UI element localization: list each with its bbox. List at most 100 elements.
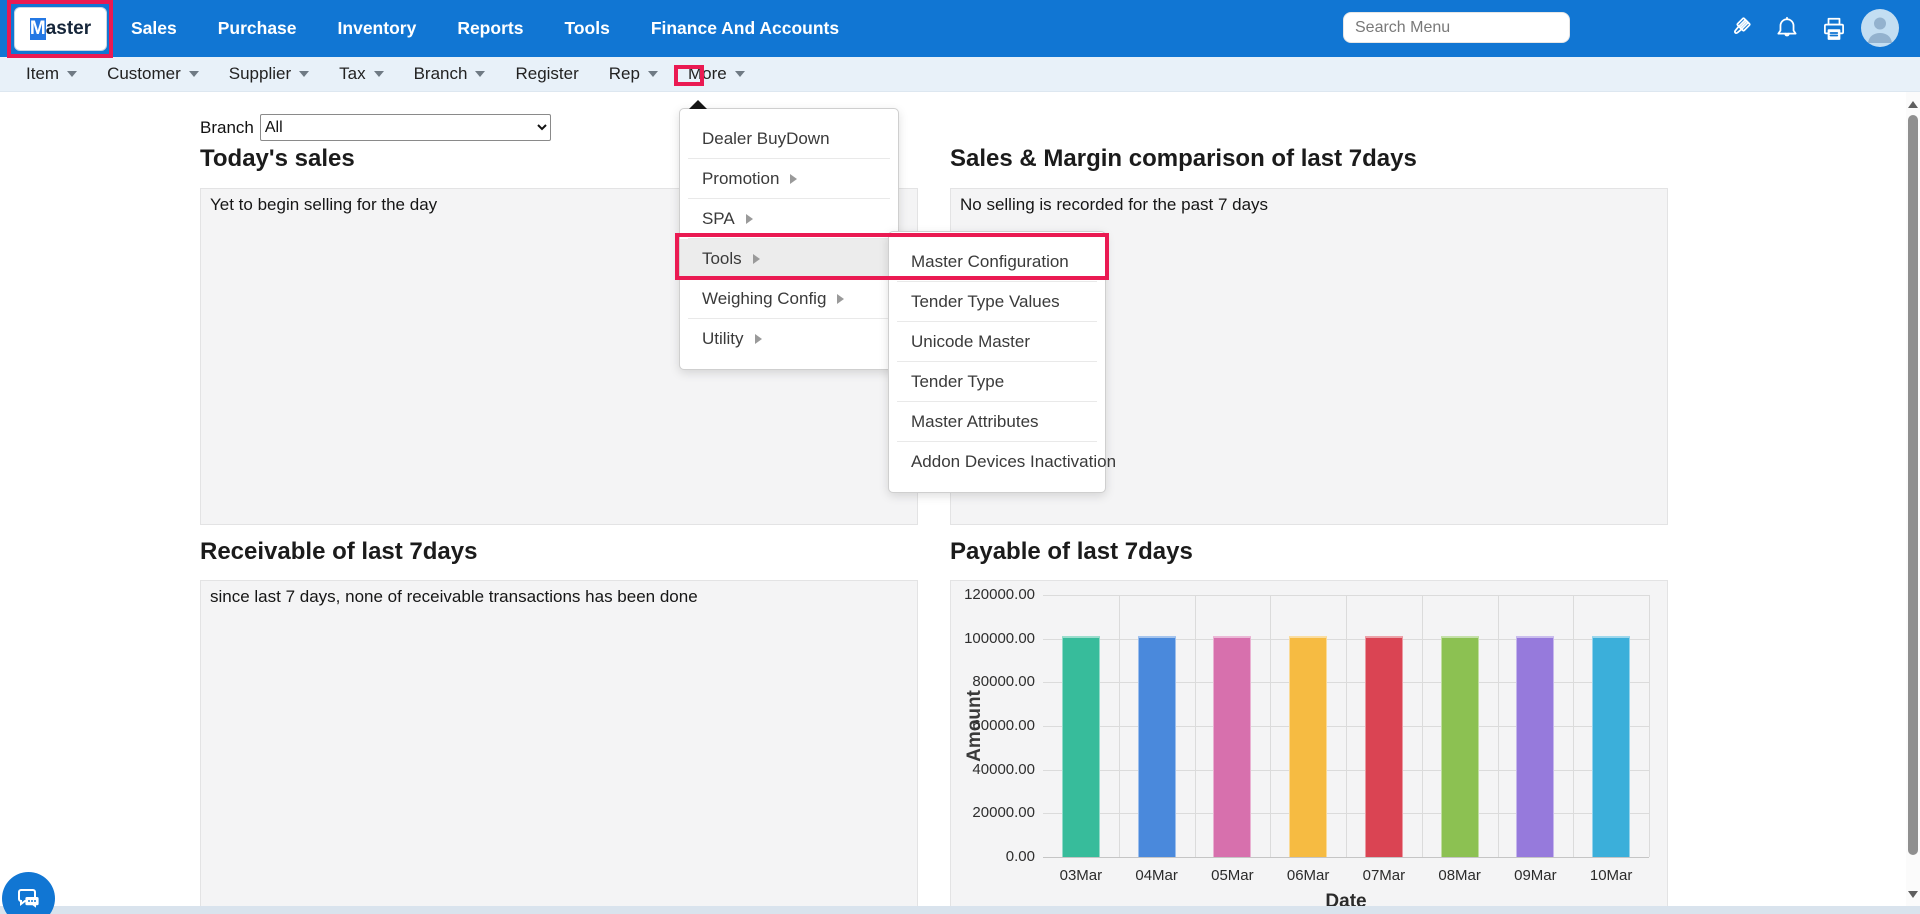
scroll-down-icon[interactable]: [1908, 891, 1918, 898]
chevron-down-icon: [735, 71, 745, 77]
menu-item-label: SPA: [702, 209, 735, 229]
topnav-item-sales[interactable]: Sales: [131, 18, 177, 39]
submenu-item-tender-type-values[interactable]: Tender Type Values: [889, 282, 1105, 322]
bell-icon[interactable]: [1773, 15, 1801, 43]
scrollbar-thumb[interactable]: [1908, 115, 1918, 855]
menu-item-spa[interactable]: SPA: [680, 199, 898, 239]
brush-icon[interactable]: [1725, 15, 1753, 43]
y-tick-label: 20000.00: [951, 804, 1035, 821]
y-tick-label: 60000.00: [951, 717, 1035, 734]
chevron-right-icon: [753, 254, 760, 264]
subnav-item-label: Rep: [609, 64, 640, 84]
y-tick-label: 100000.00: [951, 630, 1035, 647]
gridline-v: [1573, 595, 1574, 857]
x-tick-label: 05Mar: [1211, 867, 1254, 884]
x-tick-label: 08Mar: [1438, 867, 1481, 884]
topnav-item-tools[interactable]: Tools: [564, 18, 609, 39]
subnav-item-register[interactable]: Register: [515, 57, 578, 92]
gridline-v: [1270, 595, 1271, 857]
bar-03Mar: [1062, 636, 1100, 857]
menu-item-label: Utility: [702, 329, 744, 349]
menu-item-promotion[interactable]: Promotion: [680, 159, 898, 199]
payable-title: Payable of last 7days: [950, 538, 1193, 566]
subnav-item-supplier[interactable]: Supplier: [229, 57, 309, 92]
x-tick-label: 09Mar: [1514, 867, 1557, 884]
subnav-item-item[interactable]: Item: [26, 57, 77, 92]
submenu-item-unicode-master[interactable]: Unicode Master: [889, 322, 1105, 362]
subnav-item-label: Branch: [414, 64, 468, 84]
menu-item-dealer-buydown[interactable]: Dealer BuyDown: [680, 119, 898, 159]
submenu-item-master-attributes[interactable]: Master Attributes: [889, 402, 1105, 442]
menu-item-weighing-config[interactable]: Weighing Config: [680, 279, 898, 319]
branch-label: Branch: [200, 118, 254, 138]
tools-submenu-list: Master ConfigurationTender Type ValuesUn…: [889, 242, 1105, 482]
subnav-item-tax[interactable]: Tax: [339, 57, 383, 92]
vertical-scrollbar[interactable]: [1906, 92, 1920, 906]
menu-item-label: Dealer BuyDown: [702, 129, 830, 149]
menu-item-label: Tools: [702, 249, 742, 269]
more-dropdown-menu: Dealer BuyDown Promotion SPA Tools Weighing …: [679, 108, 899, 370]
gridline-v: [1422, 595, 1423, 857]
chevron-right-icon: [755, 334, 762, 344]
chevron-down-icon: [374, 71, 384, 77]
gridline-v: [1649, 595, 1650, 857]
submenu-item-master-configuration[interactable]: Master Configuration: [889, 242, 1105, 282]
chevron-down-icon: [475, 71, 485, 77]
submenu-item-addon-devices-inactivation[interactable]: Addon Devices Inactivation: [889, 442, 1105, 482]
bar-08Mar: [1441, 636, 1479, 857]
subnav-item-customer[interactable]: Customer: [107, 57, 199, 92]
sub-navbar: Item Customer Supplier Tax Branch Register Rep…: [0, 57, 1920, 92]
avatar[interactable]: [1861, 9, 1899, 47]
main-menu: Sales Purchase Inventory Reports Tools Financ…: [131, 18, 839, 39]
branch-filter: Branch All: [200, 114, 551, 141]
y-tick-label: 120000.00: [951, 586, 1035, 603]
chat-widget-button[interactable]: [2, 872, 55, 914]
x-tick-label: 10Mar: [1590, 867, 1633, 884]
chevron-down-icon: [189, 71, 199, 77]
brand-selected-letter: M: [30, 18, 46, 40]
menu-item-utility[interactable]: Utility: [680, 319, 898, 359]
subnav-item-label: Supplier: [229, 64, 291, 84]
brand-button[interactable]: Master: [14, 7, 107, 51]
y-tick-label: 0.00: [951, 848, 1035, 865]
topnav-item-purchase[interactable]: Purchase: [218, 18, 297, 39]
subnav-item-branch[interactable]: Branch: [414, 57, 486, 92]
chevron-down-icon: [299, 71, 309, 77]
printer-icon[interactable]: [1820, 15, 1848, 43]
subnav-item-label: Customer: [107, 64, 181, 84]
chevron-down-icon: [67, 71, 77, 77]
topnav-item-finance-and-accounts[interactable]: Finance And Accounts: [651, 18, 839, 39]
bar-04Mar: [1138, 636, 1176, 857]
chevron-right-icon: [746, 214, 753, 224]
topnav-item-inventory[interactable]: Inventory: [338, 18, 417, 39]
subnav-item-label: Register: [515, 64, 578, 84]
gridline-v: [1498, 595, 1499, 857]
y-tick-label: 80000.00: [951, 673, 1035, 690]
scroll-up-icon[interactable]: [1908, 101, 1918, 108]
search-input[interactable]: [1343, 12, 1570, 43]
subnav-item-rep[interactable]: Rep: [609, 57, 658, 92]
menu-item-label: Promotion: [702, 169, 779, 189]
menu-item-tools[interactable]: Tools: [680, 239, 898, 279]
submenu-item-tender-type[interactable]: Tender Type: [889, 362, 1105, 402]
x-tick-label: 03Mar: [1060, 867, 1103, 884]
app-root: Master Sales Purchase Inventory Reports Tool…: [0, 0, 1920, 914]
branch-select[interactable]: All: [260, 114, 551, 141]
top-navbar: Master Sales Purchase Inventory Reports Tool…: [0, 0, 1920, 57]
x-tick-label: 04Mar: [1135, 867, 1178, 884]
gridline-v: [1195, 595, 1196, 857]
bottom-strip: [0, 906, 1920, 914]
today-sales-title: Today's sales: [200, 145, 355, 173]
tools-submenu: Master ConfigurationTender Type ValuesUn…: [888, 231, 1106, 493]
bar-09Mar: [1516, 636, 1554, 857]
subnav-item-label: More: [688, 64, 727, 84]
gridline-v: [1346, 595, 1347, 857]
payable-bar-chart: Amount 120000.00100000.0080000.0060000.0…: [951, 581, 1667, 914]
menu-pointer-icon: [689, 100, 707, 109]
y-tick-label: 40000.00: [951, 761, 1035, 778]
subnav-item-more[interactable]: More Dealer BuyDownPromotionSPAToolsWeig…: [688, 57, 745, 92]
topnav-item-reports[interactable]: Reports: [457, 18, 523, 39]
more-menu-list: Dealer BuyDown Promotion SPA Tools Weighing …: [680, 119, 898, 359]
bar-06Mar: [1289, 636, 1327, 857]
receivable-title: Receivable of last 7days: [200, 538, 477, 566]
